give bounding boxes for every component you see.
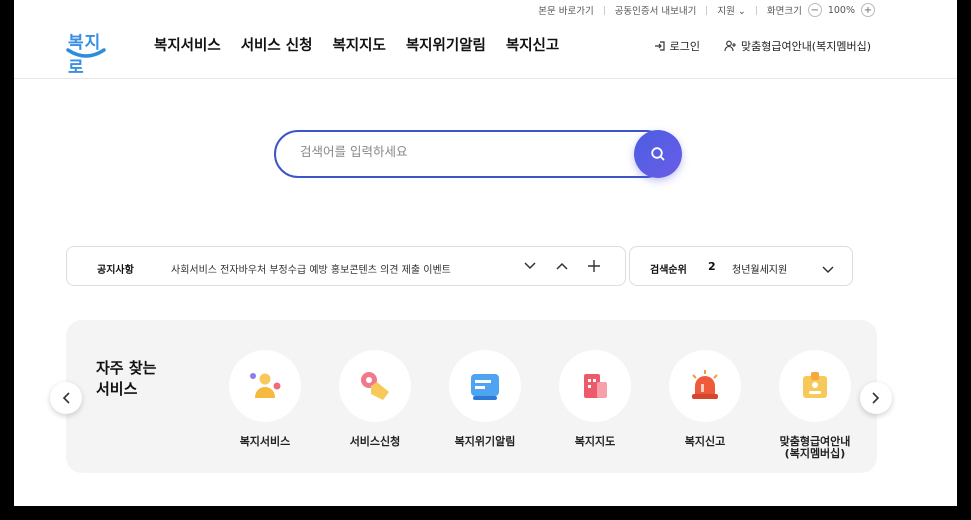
service-crisis-alert[interactable]: 복지위기알림 (430, 350, 540, 448)
zoom-value: 100% (827, 4, 855, 16)
user-add-icon (724, 40, 736, 52)
notice-label: 공지사항 (97, 265, 134, 276)
language-label: 지원 (717, 6, 735, 17)
notice-text[interactable]: 사회서비스 전자바우처 부정수급 예방 홍보콘텐츠 의견 제출 이벤트 (171, 261, 451, 276)
rank-number: 2 (708, 260, 716, 273)
map-building-icon (584, 374, 607, 398)
service-icon-circle (779, 350, 851, 422)
service-name: 복지신고 (684, 435, 726, 448)
search-icon (651, 147, 665, 161)
divider (603, 5, 605, 15)
zoom-in-button[interactable]: + (861, 3, 875, 17)
service-welfare[interactable]: 복지서비스 (210, 350, 320, 448)
search-button[interactable] (634, 130, 682, 178)
service-icon-circle (229, 350, 301, 422)
carousel-prev-button[interactable] (50, 382, 82, 414)
search-input[interactable] (300, 144, 600, 159)
nav-welfare-service[interactable]: 복지서비스 (154, 34, 221, 55)
service-icon-circle (559, 350, 631, 422)
chevron-up-icon (556, 262, 568, 270)
chevron-down-icon: ⌄ (737, 6, 746, 17)
service-name: 복지지도 (574, 435, 616, 448)
page-frame: 본문 바로가기 공동인증서 내보내기 지원 ⌄ 화면크기 − 100% + 복지… (14, 0, 957, 506)
zoom-out-button[interactable]: − (807, 3, 822, 17)
service-icon-circle (339, 350, 411, 422)
message-icon (471, 374, 499, 400)
service-name-line2: (복지멤버십) (784, 447, 846, 460)
chevron-left-icon (62, 392, 70, 404)
frequent-services: 자주 찾는 서비스 복지서비스 서비스신청 복지위기알림 복지지도 복지신고 맞… (66, 320, 877, 473)
user-links: 로그인 맞춤형급여안내(복지멤버십) (654, 38, 871, 54)
zoom-control: 화면크기 − 100% + (767, 3, 875, 17)
notice-controls (523, 257, 601, 275)
membership-link[interactable]: 맞춤형급여안내(복지멤버십) (724, 38, 871, 54)
divider (755, 5, 757, 15)
nav-service-apply[interactable]: 서비스 신청 (241, 34, 313, 55)
hand-pointer-icon (361, 372, 389, 400)
chevron-right-icon (872, 392, 880, 404)
chevron-down-icon (822, 266, 834, 274)
frequent-title-line2: 서비스 (96, 380, 138, 398)
search-box (274, 130, 682, 178)
main-nav: 복지서비스 서비스 신청 복지지도 복지위기알림 복지신고 (154, 34, 559, 55)
service-name: 맞춤형급여안내 (복지멤버십) (760, 436, 870, 460)
notice-next-button[interactable] (523, 257, 537, 275)
service-welfare-report[interactable]: 복지신고 (650, 350, 760, 448)
service-welfare-map[interactable]: 복지지도 (540, 350, 650, 448)
utility-bar: 본문 바로가기 공동인증서 내보내기 지원 ⌄ 화면크기 − 100% + (538, 2, 875, 18)
siren-icon (692, 370, 718, 399)
notice-bar: 공지사항 사회서비스 전자바우처 부정수급 예방 홍보콘텐츠 의견 제출 이벤트 (66, 246, 626, 286)
service-name: 복지위기알림 (454, 435, 516, 448)
service-icon-circle (669, 350, 741, 422)
nav-welfare-map[interactable]: 복지지도 (332, 34, 385, 55)
service-icon-circle (449, 350, 521, 422)
header: 복지로 복지서비스 서비스 신청 복지지도 복지위기알림 복지신고 로그인 맞춤… (14, 20, 957, 79)
nav-welfare-report[interactable]: 복지신고 (506, 34, 559, 55)
carousel-next-button[interactable] (860, 382, 892, 414)
notice-more-button[interactable] (587, 257, 601, 275)
rank-label: 검색순위 (650, 265, 687, 276)
rank-item[interactable]: 청년월세지원 (732, 261, 787, 276)
person-icon (250, 373, 281, 398)
notice-prev-button[interactable] (555, 257, 569, 275)
login-label: 로그인 (669, 40, 700, 53)
divider (706, 5, 708, 15)
chevron-down-icon (524, 262, 536, 270)
nav-crisis-alert[interactable]: 복지위기알림 (406, 34, 486, 55)
service-name: 서비스신청 (349, 435, 401, 448)
zoom-label: 화면크기 (766, 6, 802, 17)
skip-to-content-link[interactable]: 본문 바로가기 (538, 3, 593, 17)
logo[interactable]: 복지로 (64, 26, 110, 78)
frequent-title: 자주 찾는 서비스 (96, 358, 156, 400)
login-icon (654, 41, 665, 51)
service-name: 복지서비스 (239, 435, 291, 448)
language-select[interactable]: 지원 ⌄ (717, 3, 745, 17)
rank-expand-button[interactable] (822, 259, 834, 278)
membership-label: 맞춤형급여안내(복지멤버십) (740, 40, 871, 53)
service-membership[interactable]: 맞춤형급여안내 (복지멤버십) (760, 350, 870, 460)
login-link[interactable]: 로그인 (654, 38, 700, 54)
search-rank-bar: 검색순위 2 청년월세지원 (629, 246, 853, 286)
logo-smile-icon (66, 48, 106, 58)
service-apply[interactable]: 서비스신청 (320, 350, 430, 448)
export-certificate-link[interactable]: 공동인증서 내보내기 (615, 3, 697, 17)
plus-icon (588, 260, 600, 272)
frequent-title-line1: 자주 찾는 (96, 359, 157, 377)
badge-icon (803, 372, 827, 398)
